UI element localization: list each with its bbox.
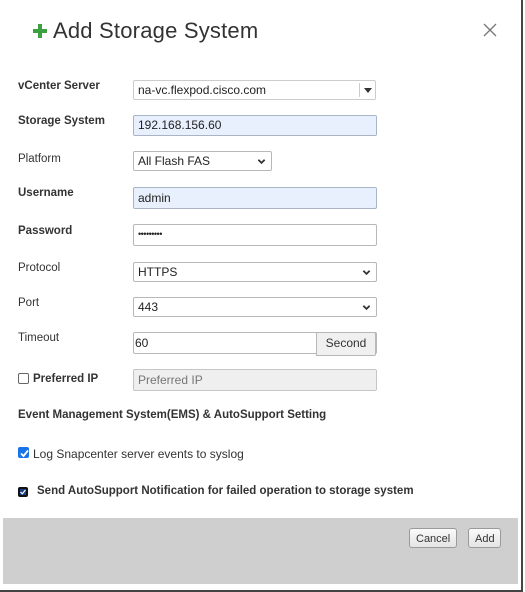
preferred-ip-label: Preferred IP (33, 373, 99, 385)
protocol-row: Protocol HTTPS (0, 262, 521, 286)
vcenter-label: vCenter Server (18, 80, 100, 92)
timeout-row: Timeout 60 Second (0, 332, 521, 356)
preferred-ip-checkbox[interactable] (18, 373, 29, 384)
caret-down-icon[interactable] (364, 88, 372, 93)
dialog-footer: Cancel Add (3, 518, 518, 584)
plus-icon (33, 24, 49, 38)
timeout-label: Timeout (18, 332, 60, 344)
protocol-select[interactable]: HTTPS (133, 262, 377, 282)
autosupport-label: Send AutoSupport Notification for failed… (37, 485, 414, 497)
port-label: Port (18, 297, 40, 309)
dialog-title: Add Storage System (53, 18, 259, 43)
platform-row: Platform All Flash FAS (0, 151, 521, 175)
close-icon[interactable] (482, 22, 498, 38)
add-button[interactable]: Add (468, 528, 501, 548)
chevron-down-icon (257, 159, 266, 165)
username-row: Username admin (0, 187, 521, 211)
checkmark-icon (20, 449, 29, 458)
storage-system-input[interactable]: 192.168.156.60 (133, 115, 377, 136)
ems-section-title: Event Management System(EMS) & AutoSuppo… (18, 409, 327, 421)
port-select[interactable]: 443 (133, 297, 377, 317)
password-value: ••••••••• (138, 229, 162, 239)
timeout-value: 60 (135, 336, 149, 350)
password-label: Password (18, 225, 73, 237)
vcenter-row: vCenter Server na-vc.flexpod.cisco.com (0, 80, 521, 104)
password-input[interactable]: ••••••••• (133, 224, 377, 246)
port-value: 443 (138, 300, 159, 314)
timeout-input[interactable]: 60 Second (133, 332, 377, 356)
vcenter-value: na-vc.flexpod.cisco.com (138, 83, 267, 97)
checkmark-icon (20, 489, 26, 495)
username-value: admin (138, 191, 171, 205)
preferred-ip-input[interactable] (133, 369, 377, 391)
protocol-value: HTTPS (138, 265, 178, 279)
autosupport-checkbox[interactable] (18, 487, 28, 497)
chevron-down-icon (362, 305, 371, 311)
port-row: Port 443 (0, 297, 521, 321)
platform-select[interactable]: All Flash FAS (133, 151, 272, 171)
chevron-down-icon (362, 270, 371, 276)
timeout-unit-addon: Second (316, 332, 376, 356)
password-row: Password ••••••••• (0, 224, 521, 248)
log-syslog-label: Log Snapcenter server events to syslog (33, 447, 244, 461)
storage-system-row: Storage System 192.168.156.60 (0, 115, 521, 139)
platform-value: All Flash FAS (138, 154, 211, 168)
cancel-button[interactable]: Cancel (409, 528, 457, 548)
dialog-header: Add Storage System (33, 16, 258, 46)
username-label: Username (18, 187, 74, 199)
add-storage-system-dialog: Add Storage System vCenter Server na-vc.… (0, 0, 523, 592)
log-syslog-checkbox[interactable] (18, 447, 29, 458)
storage-system-label: Storage System (18, 115, 105, 127)
combo-separator (359, 83, 360, 97)
vcenter-combobox[interactable]: na-vc.flexpod.cisco.com (133, 80, 376, 100)
storage-system-value: 192.168.156.60 (138, 118, 222, 132)
platform-label: Platform (18, 153, 61, 165)
protocol-label: Protocol (18, 262, 61, 274)
preferred-ip-row: Preferred IP (0, 369, 521, 393)
username-input[interactable]: admin (133, 187, 377, 209)
